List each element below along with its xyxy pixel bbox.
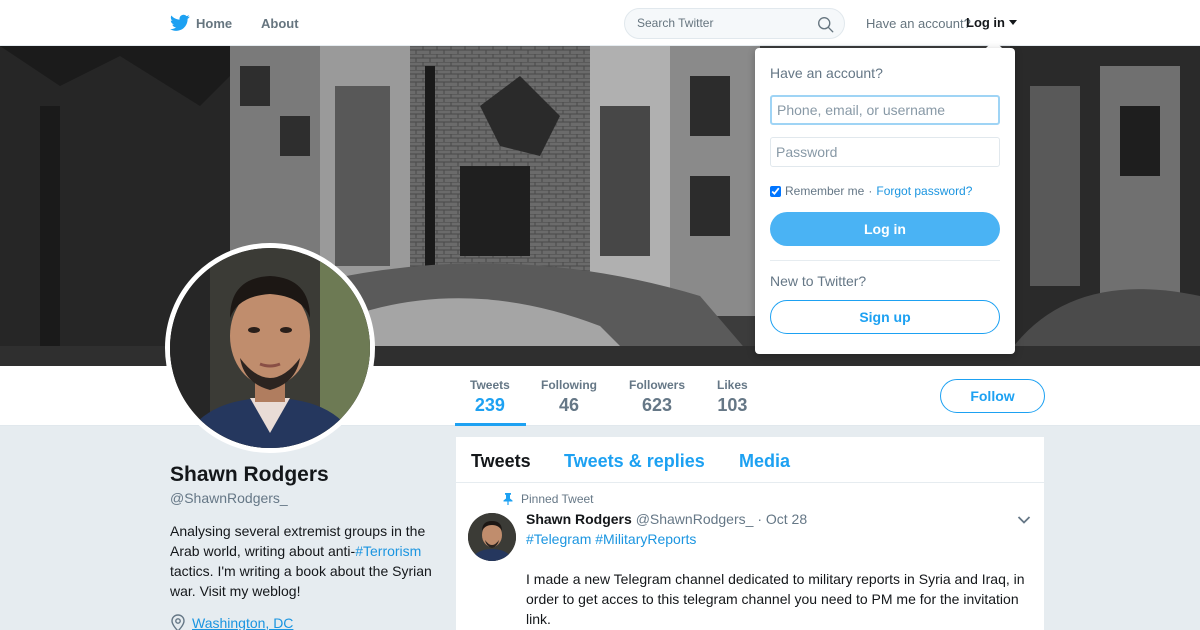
remember-me-checkbox[interactable] [770, 185, 781, 197]
stat-tweets[interactable]: Tweets 239 [470, 378, 510, 416]
pinned-tweet-label: Pinned Tweet [521, 492, 594, 506]
tweet-hashtags[interactable]: #Telegram #MilitaryReports [526, 531, 696, 547]
stat-followers-value: 623 [641, 395, 673, 415]
remember-separator: · [868, 184, 873, 198]
profile-bio: Analysing several extremist groups in th… [170, 521, 440, 601]
active-stat-underline [455, 423, 526, 426]
have-account-text: Have an account? [866, 16, 971, 31]
pin-icon [503, 493, 513, 505]
profile-avatar[interactable] [165, 243, 375, 453]
login-dropdown: Have an account? Remember me · Forgot pa… [755, 48, 1015, 354]
tweet-date[interactable]: · Oct 28 [757, 511, 807, 527]
follow-button[interactable]: Follow [940, 379, 1045, 413]
stat-likes-label: Likes [717, 378, 748, 392]
twitter-bird-icon [170, 14, 190, 31]
tab-tweets-replies[interactable]: Tweets & replies [564, 451, 705, 472]
stat-followers-label: Followers [629, 378, 686, 392]
stat-likes-value: 103 [717, 395, 748, 415]
tweet-header: Shawn Rodgers @ShawnRodgers_ · Oct 28 [526, 511, 807, 527]
tweet-avatar-photo [468, 513, 516, 561]
login-button[interactable]: Log in [770, 212, 1000, 246]
new-to-twitter-text: New to Twitter? [770, 273, 867, 289]
stat-following-value: 46 [558, 395, 580, 415]
dropdown-title: Have an account? [770, 65, 883, 81]
stat-followers[interactable]: Followers 623 [629, 378, 685, 416]
search-input[interactable] [637, 16, 807, 30]
timeline: Tweets Tweets & replies Media Pinned Twe… [456, 437, 1044, 630]
tab-media[interactable]: Media [739, 451, 790, 472]
top-navigation: Home About Have an account? Log in [0, 0, 1200, 46]
location-pin-icon [171, 614, 185, 630]
username-field[interactable] [770, 95, 1000, 125]
tweet-author-handle[interactable]: @ShawnRodgers_ [636, 511, 754, 527]
search-box [624, 8, 845, 39]
stat-likes[interactable]: Likes 103 [717, 378, 748, 416]
profile-name: Shawn Rodgers [170, 463, 329, 486]
timeline-tabs: Tweets Tweets & replies Media [456, 437, 1044, 483]
stat-following-label: Following [541, 378, 597, 392]
stat-tweets-value: 239 [474, 395, 505, 415]
stat-tweets-label: Tweets [470, 378, 510, 392]
location-label: Washington, DC [192, 615, 294, 630]
stat-following[interactable]: Following 46 [541, 378, 597, 416]
profile-location[interactable]: Washington, DC [170, 614, 293, 630]
bio-hashtag-link[interactable]: #Terrorism [355, 543, 421, 559]
caret-down-icon [1009, 20, 1017, 25]
nav-about-link[interactable]: About [261, 16, 299, 31]
login-dropdown-toggle[interactable]: Log in [966, 15, 1017, 30]
tab-tweets[interactable]: Tweets [471, 451, 531, 472]
profile-handle[interactable]: @ShawnRodgers_ [170, 490, 288, 506]
forgot-password-link[interactable]: Forgot password? [876, 184, 972, 198]
remember-me-label: Remember me [785, 184, 865, 198]
tweet-text: I made a new Telegram channel dedicated … [526, 571, 1025, 627]
dropdown-divider [770, 260, 1000, 261]
nav-home-label: Home [196, 15, 233, 31]
bio-text-end: tactics. I'm writing a book about the Sy… [170, 563, 432, 599]
tweet-author-avatar[interactable] [468, 513, 516, 561]
signup-button[interactable]: Sign up [770, 300, 1000, 334]
chevron-down-icon[interactable] [1017, 515, 1031, 525]
password-field[interactable] [770, 137, 1000, 167]
tweet-author-name[interactable]: Shawn Rodgers [526, 511, 632, 527]
search-icon[interactable] [817, 16, 834, 33]
remember-me-row: Remember me · Forgot password? [770, 184, 972, 198]
pinned-tweet-context: Pinned Tweet [503, 492, 594, 506]
login-toggle-label: Log in [966, 15, 1005, 30]
avatar-photo [170, 248, 370, 448]
nav-home-link[interactable]: Home [170, 12, 232, 34]
